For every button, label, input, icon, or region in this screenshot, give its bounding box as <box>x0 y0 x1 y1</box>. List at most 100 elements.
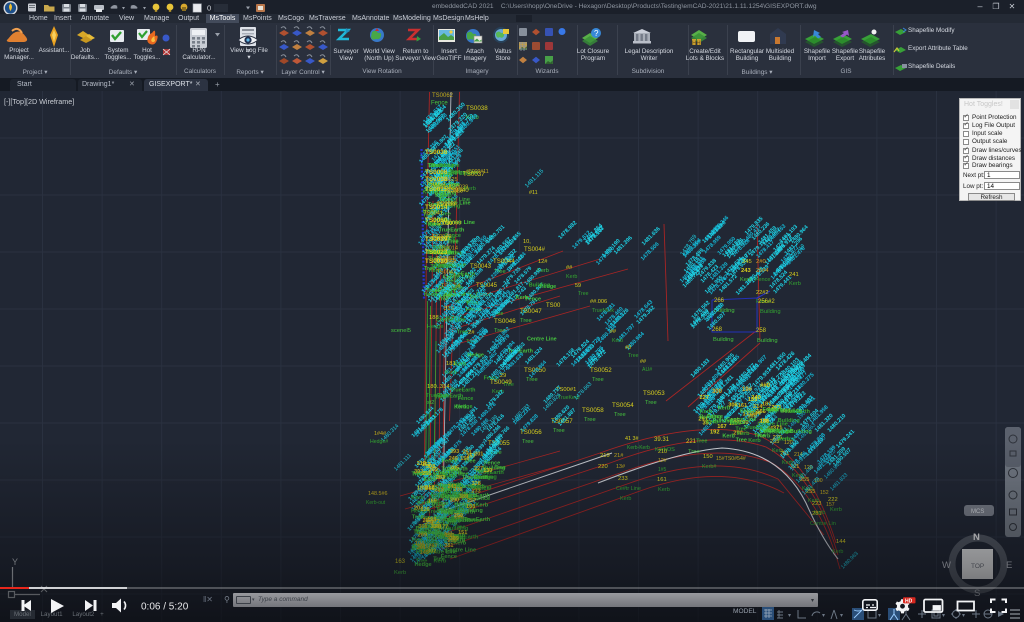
svg-text:12#: 12# <box>658 458 667 464</box>
svg-text:Kerb: Kerb <box>830 507 842 513</box>
svg-text:Kerb: Kerb <box>658 487 670 493</box>
svg-text:TS0053: TS0053 <box>643 390 665 397</box>
svg-text:233: 233 <box>472 489 481 495</box>
svg-text:257: 257 <box>467 498 476 504</box>
svg-text:243: 243 <box>741 268 751 274</box>
svg-text:221: 221 <box>686 439 697 445</box>
svg-text:Tree: Tree <box>416 559 428 565</box>
svg-text:188: 188 <box>466 504 475 510</box>
svg-text:Fence: Fence <box>755 277 771 283</box>
svg-text:227: 227 <box>700 395 710 401</box>
svg-text:323: 323 <box>435 488 444 494</box>
svg-text:Kerb: Kerb <box>737 431 750 437</box>
svg-text:249: 249 <box>449 456 458 462</box>
svg-text:#11: #11 <box>529 190 538 196</box>
svg-text:389: 389 <box>450 536 459 542</box>
svg-text:265: 265 <box>425 486 434 492</box>
svg-text:##0: ##0 <box>760 383 771 389</box>
svg-text:163: 163 <box>395 559 406 565</box>
svg-text:345: 345 <box>742 259 752 265</box>
svg-text:Tree: Tree <box>578 291 589 297</box>
svg-text:41 3#: 41 3# <box>625 436 639 442</box>
svg-text:15#TS0#54#: 15#TS0#54# <box>716 456 746 462</box>
svg-text:TS0054: TS0054 <box>612 402 634 409</box>
svg-text:Kerb: Kerb <box>620 496 631 502</box>
svg-text:HH: HH <box>692 41 701 47</box>
svg-text:152: 152 <box>820 490 829 496</box>
svg-text:TS0008: TS0008 <box>425 176 448 183</box>
svg-text:Kerb: Kerb <box>612 338 623 344</box>
svg-text:212: 212 <box>417 461 426 467</box>
svg-text:227: 227 <box>474 466 483 472</box>
svg-text:#5009#11: #5009#11 <box>466 169 489 175</box>
svg-text:222: 222 <box>828 497 838 503</box>
svg-text:Kerb: Kerb <box>394 570 406 576</box>
svg-text:Tree: Tree <box>412 514 424 520</box>
svg-text:161: 161 <box>657 477 667 483</box>
svg-text:Hedge#: Hedge# <box>370 439 388 445</box>
svg-text:Building: Building <box>713 337 734 343</box>
svg-text:Tree: Tree <box>614 412 626 418</box>
svg-text:Kerb: Kerb <box>454 362 467 368</box>
svg-text:29: 29 <box>500 373 506 379</box>
svg-text:1#4#: 1#4# <box>374 431 386 437</box>
svg-text:269: 269 <box>418 533 427 539</box>
svg-text:251: 251 <box>463 449 472 455</box>
svg-text:TS0030: TS0030 <box>425 258 448 265</box>
svg-text:305: 305 <box>450 465 459 471</box>
svg-text:Tree: Tree <box>424 266 435 272</box>
svg-text:Centre Line: Centre Line <box>440 197 470 203</box>
svg-text:Tree: Tree <box>628 353 639 359</box>
svg-text:19#: 19# <box>742 387 753 393</box>
svg-text:59: 59 <box>575 283 581 289</box>
svg-text:220: 220 <box>598 464 608 470</box>
svg-text:Tree: Tree <box>522 439 534 445</box>
svg-text:?: ? <box>594 29 599 38</box>
svg-text:0:06 / 5:20: 0:06 / 5:20 <box>141 602 189 613</box>
svg-text:Tree: Tree <box>688 449 700 455</box>
svg-text:scenel5: scenel5 <box>391 328 411 334</box>
svg-text:Centre Line: Centre Line <box>726 417 756 423</box>
svg-text:Tree: Tree <box>503 382 514 388</box>
svg-text:393: 393 <box>414 469 423 475</box>
svg-text:Hedge: Hedge <box>427 324 443 330</box>
svg-text:TS0040: TS0040 <box>447 187 469 194</box>
svg-text:250: 250 <box>454 513 463 519</box>
svg-text:283: 283 <box>436 475 445 481</box>
svg-text:22#2: 22#2 <box>756 290 768 296</box>
svg-text:210: 210 <box>658 449 667 455</box>
svg-text:Fence: Fence <box>484 461 500 467</box>
svg-text:Kerb#: Kerb# <box>702 464 716 470</box>
svg-text:##.006: ##.006 <box>590 299 607 305</box>
svg-text:Kerb: Kerb <box>445 370 457 376</box>
svg-text:TS0047: TS0047 <box>520 308 542 315</box>
svg-text:Tree: Tree <box>553 428 565 434</box>
svg-text:203: 203 <box>414 506 423 512</box>
svg-text:TrueEarth: TrueEarth <box>426 393 449 399</box>
svg-text:Kerb: Kerb <box>411 495 424 501</box>
svg-text:TS0060: TS0060 <box>425 217 448 224</box>
svg-text:TOP: TOP <box>971 563 984 570</box>
svg-text:TS0006: TS0006 <box>425 169 448 176</box>
svg-text:369: 369 <box>429 467 438 473</box>
svg-text:256#2: 256#2 <box>758 299 775 305</box>
svg-text:TrueEarth: TrueEarth <box>450 388 475 394</box>
svg-text:151: 151 <box>458 530 467 536</box>
svg-text:AU#: AU# <box>642 367 652 373</box>
svg-text:TS0038: TS0038 <box>466 105 488 112</box>
svg-text:Building: Building <box>700 414 722 420</box>
svg-text:W: W <box>942 560 951 571</box>
svg-text:169: 169 <box>428 499 437 505</box>
svg-text:Kerb-out: Kerb-out <box>366 500 386 506</box>
svg-text:TS0052: TS0052 <box>590 367 612 374</box>
svg-text:TS0046: TS0046 <box>494 318 516 325</box>
svg-text:258: 258 <box>756 328 767 334</box>
svg-text:366: 366 <box>418 524 427 530</box>
svg-text:1#5: 1#5 <box>658 467 667 473</box>
svg-text:Kerb: Kerb <box>718 406 731 412</box>
svg-text:10,: 10, <box>523 239 531 245</box>
svg-text:148.5#6: 148.5#6 <box>368 491 388 497</box>
svg-text:MCS: MCS <box>971 509 984 515</box>
svg-text:144: 144 <box>836 539 846 545</box>
svg-text:[-][Top][2D Wireframe]: [-][Top][2D Wireframe] <box>4 97 74 106</box>
